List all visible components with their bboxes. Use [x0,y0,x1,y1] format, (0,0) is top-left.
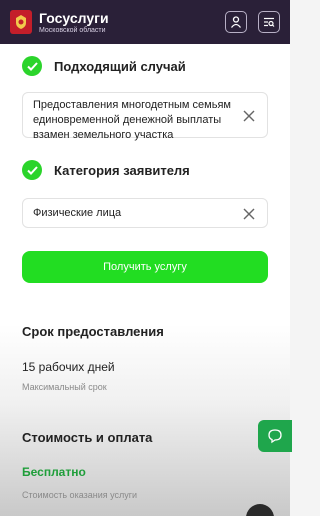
cost-title: Стоимость и оплата [22,430,153,445]
case-step-header: Подходящий случай [22,56,186,76]
user-icon [230,16,242,28]
app-subtitle: Московской области [39,26,106,34]
case-label: Подходящий случай [54,58,186,74]
term-note: Максимальный срок [22,382,107,392]
category-field[interactable]: Физические лица [22,198,268,228]
app-header: Госуслуги Московской области [0,0,290,44]
app-logo[interactable]: Госуслуги Московской области [39,11,109,34]
category-label: Категория заявителя [54,162,190,178]
close-icon[interactable] [243,110,255,122]
coat-of-arms-icon [10,10,32,34]
check-icon [22,160,42,180]
category-value: Физические лица [33,207,122,219]
catalog-search-icon [264,17,275,27]
chat-icon [268,429,282,444]
cost-value: Бесплатно [22,465,86,479]
category-step-header: Категория заявителя [22,160,190,180]
check-icon [22,56,42,76]
close-icon[interactable] [243,208,255,220]
cost-note: Стоимость оказания услуги [22,490,138,500]
catalog-search-button[interactable] [258,11,280,33]
term-title: Срок предоставления [22,324,164,339]
service-page: Подходящий случай Предоставления многоде… [0,44,290,516]
profile-button[interactable] [225,11,247,33]
chat-button[interactable] [258,420,292,452]
app-title: Госуслуги [39,9,109,26]
case-value: Предоставления многодетным семьям единов… [33,99,231,141]
get-service-button[interactable]: Получить услугу [22,251,268,283]
case-field[interactable]: Предоставления многодетным семьям единов… [22,92,268,141]
term-value: 15 рабочих дней [22,360,115,374]
